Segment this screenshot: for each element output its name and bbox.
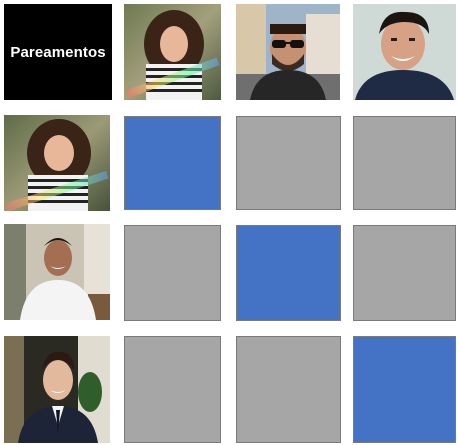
pair-square-r1-c3-no-match — [353, 116, 456, 210]
column-photo-2 — [236, 4, 340, 100]
row-photo-2 — [4, 224, 110, 320]
man-sunglasses-photo-icon — [236, 4, 340, 100]
pair-square-r3-c3-match — [353, 336, 456, 443]
row-photo-1 — [4, 115, 110, 211]
man-smiling-photo-icon — [353, 4, 456, 100]
woman-portrait-photo-icon — [4, 115, 110, 211]
pair-square-r3-c1-no-match — [124, 336, 221, 443]
man-white-shirt-photo-icon — [4, 224, 110, 320]
pair-square-r3-c2-no-match — [236, 336, 341, 443]
title-cell: Pareamentos — [4, 4, 112, 100]
pairings-title: Pareamentos — [10, 43, 106, 61]
row-photo-3 — [4, 336, 110, 443]
pair-square-r1-c2-no-match — [236, 116, 341, 210]
woman-portrait-photo-icon — [124, 4, 221, 100]
pair-square-r2-c2-match — [236, 225, 341, 321]
column-photo-1 — [124, 4, 221, 100]
column-photo-3 — [353, 4, 456, 100]
pair-square-r2-c1-no-match — [124, 225, 221, 321]
pair-square-r2-c3-no-match — [353, 225, 456, 321]
man-suit-photo-icon — [4, 336, 110, 443]
pair-square-r1-c1-match — [124, 116, 221, 210]
